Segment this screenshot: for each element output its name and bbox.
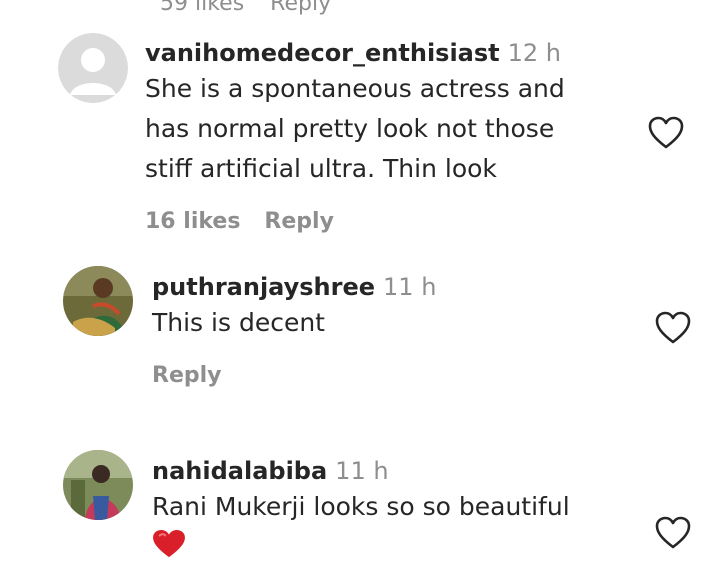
likes-count[interactable]: 16 likes	[145, 209, 240, 234]
comment-text-line: She is a spontaneous actress and	[145, 74, 565, 103]
user-photo-icon	[63, 266, 133, 336]
default-avatar-icon	[58, 33, 128, 103]
like-heart-icon[interactable]	[648, 116, 684, 150]
previous-comment-meta: 59 likes Reply	[160, 0, 331, 16]
comment-text-line: Rani Mukerji looks so so beautiful	[152, 492, 570, 521]
avatar[interactable]	[58, 33, 128, 103]
like-heart-icon[interactable]	[655, 311, 691, 345]
avatar[interactable]	[63, 450, 133, 520]
comment-body: puthranjayshree 11 h This is decent Reply	[152, 271, 436, 388]
comments-section: 59 likes Reply vanihomedecor_enthisiast 12…	[0, 0, 707, 577]
comment-text-line: stiff artificial ultra. Thin look	[145, 154, 497, 183]
emoji-line	[152, 529, 570, 563]
comment-text-line: This is decent	[152, 308, 325, 337]
timestamp: 12 h	[507, 39, 562, 67]
comment-text-line: has normal pretty look not those	[145, 114, 555, 143]
likes-count[interactable]: 59 likes	[160, 0, 244, 16]
comment-meta: 16 likes Reply	[145, 209, 565, 234]
user-photo-icon	[63, 450, 133, 520]
reply-button[interactable]: Reply	[152, 363, 222, 388]
reply-button[interactable]: Reply	[264, 209, 334, 234]
comment-body: vanihomedecor_enthisiast 12 h She is a sp…	[145, 37, 565, 234]
username[interactable]: vanihomedecor_enthisiast	[145, 39, 500, 67]
comment-text: She is a spontaneous actress and has nor…	[145, 69, 565, 189]
like-heart-icon[interactable]	[655, 516, 691, 550]
comment-text: Rani Mukerji looks so so beautiful	[152, 487, 570, 527]
username[interactable]: puthranjayshree	[152, 273, 375, 301]
red-heart-emoji	[152, 529, 186, 563]
comment-meta: Reply	[152, 363, 436, 388]
reply-button[interactable]: Reply	[270, 0, 331, 16]
avatar[interactable]	[63, 266, 133, 336]
timestamp: 11 h	[335, 457, 389, 485]
comment-text: This is decent	[152, 303, 436, 343]
comment-body: nahidalabiba 11 h Rani Mukerji looks so s…	[152, 455, 570, 563]
timestamp: 11 h	[383, 273, 437, 301]
username[interactable]: nahidalabiba	[152, 457, 327, 485]
